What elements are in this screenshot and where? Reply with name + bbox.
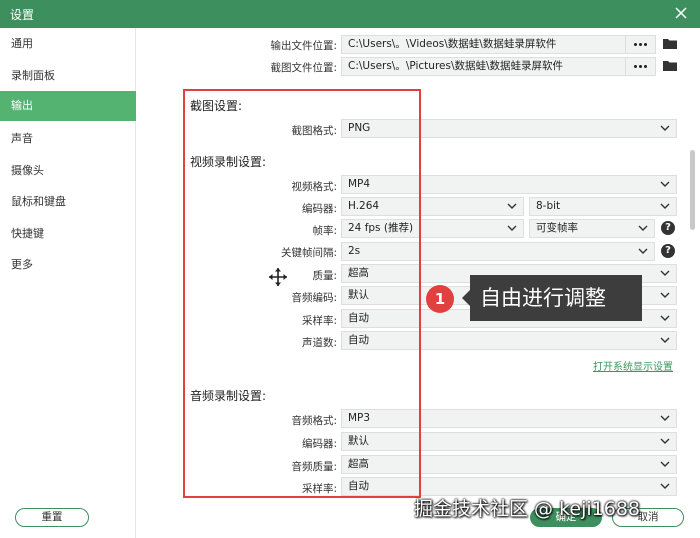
bit-depth-select[interactable]: 8-bit: [529, 197, 677, 216]
close-icon[interactable]: [670, 2, 692, 24]
keyframe-select[interactable]: 2s: [341, 242, 655, 261]
video-encoder-select[interactable]: H.264: [341, 197, 524, 216]
help-icon[interactable]: ?: [661, 244, 675, 258]
video-format-select[interactable]: MP4: [341, 175, 677, 194]
more-icon[interactable]: [625, 36, 655, 53]
video-format-label: 视频格式:: [291, 181, 337, 193]
framerate-mode-select[interactable]: 可变帧率: [529, 219, 655, 238]
sidebar: 通用 录制面板 输出 声音 摄像头 鼠标和键盘 快捷键 更多: [0, 28, 136, 538]
sidebar-item-general[interactable]: 通用: [0, 29, 136, 59]
framerate-select[interactable]: 24 fps (推荐): [341, 219, 524, 238]
audio-sample-rate-label: 采样率:: [301, 483, 337, 495]
move-cursor-icon: [269, 268, 287, 286]
framerate-label: 帧率:: [312, 225, 337, 237]
video-encoder-label: 编码器:: [301, 203, 337, 215]
sidebar-item-camera[interactable]: 摄像头: [0, 156, 136, 186]
chevron-down-icon: [638, 248, 648, 254]
audio-quality-select[interactable]: 超高: [341, 455, 677, 474]
folder-icon[interactable]: [662, 59, 678, 72]
sample-rate-label: 采样率:: [301, 315, 337, 327]
watermark: 掘金技术社区 @ keji1688: [414, 498, 641, 520]
sidebar-item-more[interactable]: 更多: [0, 250, 136, 280]
audio-codec-label: 音频编码:: [291, 292, 337, 304]
chevron-down-icon: [660, 181, 670, 187]
audio-quality-label: 音频质量:: [291, 461, 337, 473]
chevron-down-icon: [660, 125, 670, 131]
audio-encoder-select[interactable]: 默认: [341, 432, 677, 451]
more-icon[interactable]: [625, 58, 655, 75]
chevron-down-icon: [507, 203, 517, 209]
sidebar-item-recording-panel[interactable]: 录制面板: [0, 61, 136, 91]
annotation-number-badge: 1: [426, 285, 454, 313]
audio-format-select[interactable]: MP3: [341, 409, 677, 428]
chevron-down-icon: [660, 461, 670, 467]
chevron-down-icon: [660, 315, 670, 321]
chevron-down-icon: [660, 203, 670, 209]
sidebar-item-mouse-keyboard[interactable]: 鼠标和键盘: [0, 187, 136, 217]
channels-label: 声道数:: [301, 337, 337, 349]
chevron-down-icon: [660, 337, 670, 343]
keyframe-label: 关键帧间隔:: [280, 247, 337, 259]
scrollbar-thumb[interactable]: [690, 150, 695, 230]
screenshot-settings-heading: 截图设置:: [190, 99, 243, 113]
folder-icon[interactable]: [662, 37, 678, 50]
chevron-down-icon: [660, 270, 670, 276]
channels-select[interactable]: 自动: [341, 331, 677, 350]
sidebar-item-output[interactable]: 输出: [0, 91, 136, 121]
reset-button[interactable]: 重置: [15, 508, 89, 527]
open-display-settings-link[interactable]: 打开系统显示设置: [593, 358, 673, 373]
help-icon[interactable]: ?: [661, 221, 675, 235]
chevron-down-icon: [660, 292, 670, 298]
quality-label: 质量:: [312, 270, 337, 282]
annotation-text: 自由进行调整: [462, 275, 642, 321]
audio-encoder-label: 编码器:: [301, 438, 337, 450]
sidebar-item-shortcuts[interactable]: 快捷键: [0, 219, 136, 249]
chevron-down-icon: [660, 438, 670, 444]
chevron-down-icon: [660, 415, 670, 421]
video-path-field[interactable]: C:\Users\。\Videos\数据蛙\数据蛙录屏软件: [341, 35, 656, 54]
title-bar: 设置: [0, 0, 700, 28]
screenshot-path-field[interactable]: C:\Users\。\Pictures\数据蛙\数据蛙录屏软件: [341, 57, 656, 76]
screenshot-format-label: 截图格式:: [291, 125, 337, 137]
chevron-down-icon: [507, 225, 517, 231]
sidebar-item-sound[interactable]: 声音: [0, 124, 136, 154]
audio-format-label: 音频格式:: [291, 415, 337, 427]
window-title: 设置: [10, 8, 35, 22]
audio-settings-heading: 音频录制设置:: [190, 389, 267, 403]
screenshot-format-select[interactable]: PNG: [341, 119, 677, 138]
chevron-down-icon: [638, 225, 648, 231]
chevron-down-icon: [660, 483, 670, 489]
screenshot-path-label: 截图文件位置:: [270, 62, 337, 74]
video-settings-heading: 视频录制设置:: [190, 155, 267, 169]
video-path-label: 输出文件位置:: [270, 40, 337, 52]
